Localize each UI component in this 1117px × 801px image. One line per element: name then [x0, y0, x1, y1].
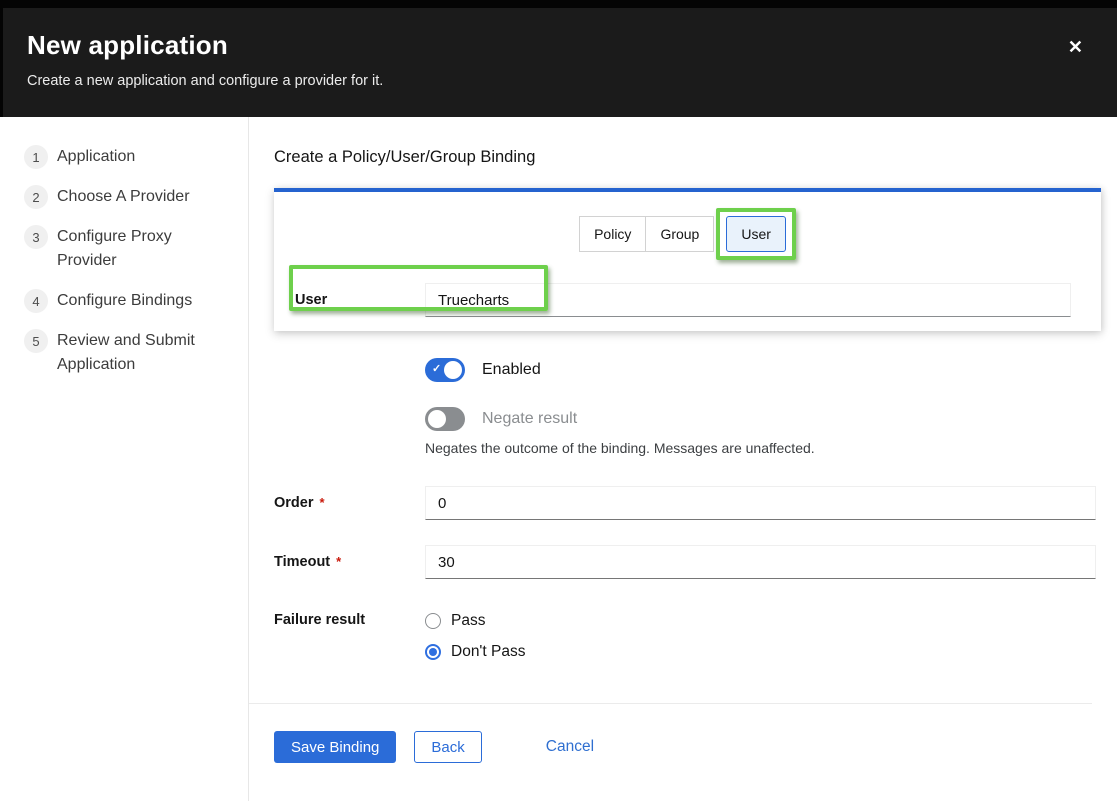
radio-label: Don't Pass [451, 643, 525, 661]
label-text: Order [274, 495, 314, 511]
step-number-badge: 1 [24, 145, 48, 169]
new-application-modal: New application Create a new application… [0, 0, 1117, 801]
user-select[interactable]: Truecharts [425, 283, 1071, 317]
binding-type-card: Policy Group User User Truecharts [274, 188, 1101, 331]
failure-result-label: Failure result [274, 612, 425, 661]
tab-user[interactable]: User [726, 216, 786, 252]
step-label: Configure Proxy Provider [57, 225, 222, 273]
step-label: Application [57, 145, 135, 169]
enabled-toggle-row: ✓ Enabled [425, 358, 1117, 382]
toggle-knob [444, 361, 462, 379]
negate-toggle-row: Negate result [425, 407, 1117, 431]
backdrop-strip [0, 0, 1117, 8]
radio-unchecked-icon[interactable] [425, 613, 441, 629]
enabled-toggle[interactable]: ✓ [425, 358, 465, 382]
radio-checked-icon[interactable] [425, 644, 441, 660]
enabled-toggle-label: Enabled [482, 361, 541, 379]
modal-body: 1 Application 2 Choose A Provider 3 Conf… [0, 117, 1117, 801]
tab-policy[interactable]: Policy [579, 216, 646, 252]
modal-title: New application [27, 30, 1093, 61]
tab-group[interactable]: Group [646, 216, 714, 252]
timeout-input[interactable] [425, 545, 1096, 579]
label-text: Timeout [274, 554, 330, 570]
step-number-badge: 5 [24, 329, 48, 353]
negate-toggle-label: Negate result [482, 410, 577, 428]
binding-type-tab-row: Policy Group User [274, 208, 1101, 260]
timeout-field-row: Timeout * [274, 545, 1096, 579]
wizard-step-configure-proxy-provider[interactable]: 3 Configure Proxy Provider [24, 225, 222, 273]
close-icon[interactable]: ✕ [1068, 38, 1083, 56]
wizard-step-review-submit[interactable]: 5 Review and Submit Application [24, 329, 222, 377]
timeout-field-label: Timeout * [274, 554, 425, 570]
user-select-label: User [295, 292, 425, 308]
step-label: Review and Submit Application [57, 329, 222, 377]
user-select-value: Truecharts [438, 292, 509, 309]
binding-type-button-group: Policy Group [579, 216, 714, 252]
negate-help-text: Negates the outcome of the binding. Mess… [425, 440, 1117, 456]
user-select-row: User Truecharts [274, 283, 1101, 317]
failure-result-options: Pass Don't Pass [425, 612, 525, 661]
step-number-badge: 2 [24, 185, 48, 209]
step-label: Configure Bindings [57, 289, 192, 313]
wizard-steps-list: 1 Application 2 Choose A Provider 3 Conf… [24, 145, 222, 377]
step-number-badge: 4 [24, 289, 48, 313]
failure-result-row: Failure result Pass Don't Pass [274, 612, 1096, 661]
order-field-row: Order * [274, 486, 1096, 520]
wizard-step-configure-bindings[interactable]: 4 Configure Bindings [24, 289, 222, 313]
required-asterisk: * [320, 495, 325, 510]
step-label: Choose A Provider [57, 185, 190, 209]
check-icon: ✓ [432, 362, 441, 375]
highlight-box-user-tab: User [716, 208, 796, 260]
step-number-badge: 3 [24, 225, 48, 249]
radio-option-pass[interactable]: Pass [425, 612, 525, 630]
page-title: Create a Policy/User/Group Binding [274, 148, 1117, 167]
negate-result-toggle[interactable] [425, 407, 465, 431]
order-field-label: Order * [274, 495, 425, 511]
binding-form-panel: Create a Policy/User/Group Binding Polic… [249, 117, 1117, 801]
wizard-step-choose-provider[interactable]: 2 Choose A Provider [24, 185, 222, 209]
modal-subtitle: Create a new application and configure a… [27, 73, 1093, 89]
footer-actions: Save Binding Back Cancel [274, 704, 1117, 763]
required-asterisk: * [336, 554, 341, 569]
wizard-step-application[interactable]: 1 Application [24, 145, 222, 169]
radio-option-dont-pass[interactable]: Don't Pass [425, 643, 525, 661]
order-input[interactable] [425, 486, 1096, 520]
modal-header: New application Create a new application… [0, 8, 1117, 117]
save-binding-button[interactable]: Save Binding [274, 731, 396, 763]
back-button[interactable]: Back [414, 731, 481, 763]
wizard-steps-sidebar: 1 Application 2 Choose A Provider 3 Conf… [0, 117, 249, 801]
cancel-button[interactable]: Cancel [546, 738, 594, 756]
toggle-knob [428, 410, 446, 428]
radio-label: Pass [451, 612, 485, 630]
